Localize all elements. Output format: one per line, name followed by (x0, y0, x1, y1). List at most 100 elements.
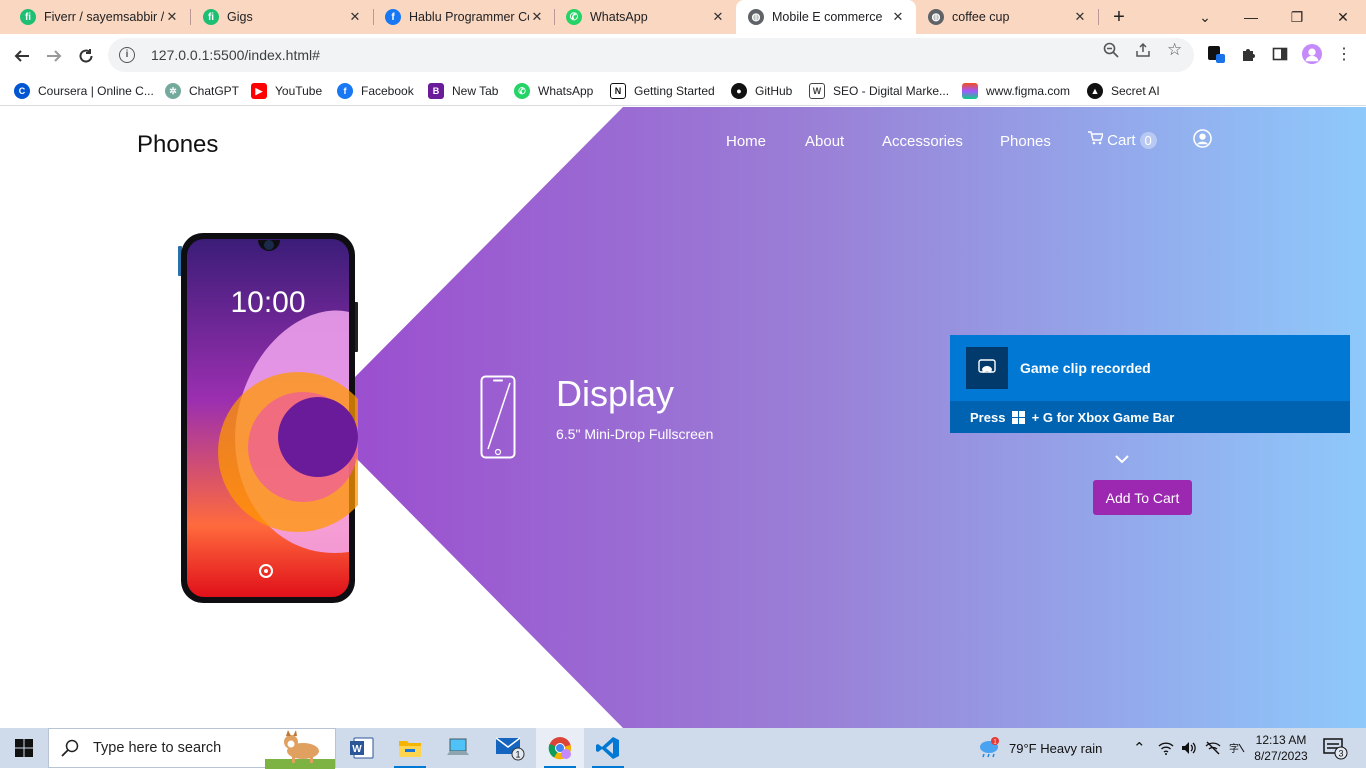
windows-logo-icon (15, 739, 33, 757)
bookmark-getting-started[interactable]: N Getting Started (610, 82, 715, 100)
clock-time: 12:13 AM (1255, 733, 1307, 747)
fiverr-icon: fi (20, 9, 36, 25)
url-text[interactable]: 127.0.0.1:5500/index.html# (151, 47, 320, 63)
close-icon[interactable]: ✕ (710, 9, 726, 25)
user-account-icon[interactable] (1193, 129, 1212, 148)
nav-about[interactable]: About (805, 133, 844, 150)
start-button[interactable] (0, 728, 48, 768)
maximize-icon[interactable]: ❐ (1274, 0, 1320, 34)
tab-gigs[interactable]: fi Gigs ✕ (191, 0, 373, 34)
close-icon[interactable]: ✕ (1072, 9, 1088, 25)
whatsapp-icon: ✆ (514, 83, 530, 99)
feature-subtitle: 6.5" Mini-Drop Fullscreen (556, 426, 714, 442)
bookmark-coursera[interactable]: C Coursera | Online C... (14, 82, 154, 100)
nav-accessories[interactable]: Accessories (882, 133, 963, 150)
tab-mobile-e-commerce[interactable]: ◍ Mobile E commerce ✕ (736, 0, 916, 34)
bookmark-whatsapp[interactable]: ✆ WhatsApp (514, 82, 593, 100)
nav-cart[interactable]: Cart 0 (1088, 131, 1157, 149)
chevron-down-icon[interactable] (1114, 451, 1130, 467)
tab-fiverr[interactable]: fi Fiverr / sayemsabbir / ✕ (8, 0, 190, 34)
bookmark-seo[interactable]: W SEO - Digital Marke... (809, 82, 949, 100)
back-arrow-icon[interactable] (8, 42, 36, 70)
chrome-app-icon[interactable] (536, 728, 584, 768)
cart-count-badge: 0 (1139, 132, 1157, 149)
zoom-icon[interactable] (1103, 42, 1119, 62)
tab-whatsapp[interactable]: ✆ WhatsApp ✕ (554, 0, 736, 34)
vscode-app-icon[interactable] (584, 728, 632, 768)
youtube-icon: ▶ (251, 83, 267, 99)
svg-text:字: 字 (1229, 742, 1239, 755)
tab-title: Gigs (227, 10, 253, 24)
bookmark-youtube[interactable]: ▶ YouTube (251, 82, 322, 100)
close-icon[interactable]: ✕ (347, 9, 363, 25)
bookmark-secret-ai[interactable]: ▲ Secret AI (1087, 82, 1160, 100)
notification-count: 3 (1338, 749, 1343, 759)
close-icon[interactable]: ✕ (529, 9, 545, 25)
volume-icon[interactable] (1181, 728, 1197, 768)
tab-hablu-programmer[interactable]: f Hablu Programmer Co ✕ (373, 0, 555, 34)
wifi-icon[interactable] (1158, 728, 1174, 768)
add-to-cart-button[interactable]: Add To Cart (1093, 480, 1192, 515)
notification-center-icon[interactable]: 3 (1323, 728, 1349, 768)
toast-hint: Press + G for Xbox Game Bar (970, 409, 1175, 425)
network-disconnected-icon[interactable] (1205, 728, 1221, 768)
mail-app-icon[interactable]: 1 (486, 728, 534, 768)
tab-title: coffee cup (952, 10, 1010, 24)
phone-outline-icon (480, 375, 516, 459)
minimize-icon[interactable]: — (1228, 0, 1274, 34)
nav-phones[interactable]: Phones (1000, 133, 1051, 150)
new-tab-icon[interactable]: + (1096, 0, 1142, 34)
bookmark-star-icon[interactable]: ☆ (1167, 40, 1182, 60)
share-icon[interactable] (1135, 42, 1151, 62)
window-close-icon[interactable]: ✕ (1320, 0, 1366, 34)
tab-title: Mobile E commerce (772, 10, 883, 24)
show-hidden-icons-icon[interactable]: ⌃ (1133, 728, 1146, 768)
mail-badge: 1 (515, 750, 520, 760)
phone-screen-time: 10:00 (230, 286, 305, 319)
puzzle-icon[interactable] (1238, 44, 1258, 64)
bookmark-chatgpt[interactable]: ✲ ChatGPT (165, 82, 239, 100)
tab-title: Hablu Programmer Co (409, 10, 529, 24)
tab-title: WhatsApp (590, 10, 648, 24)
close-icon[interactable]: ✕ (164, 9, 180, 25)
laptop-app-icon[interactable] (434, 728, 482, 768)
rain-cloud-icon: 1 (980, 737, 999, 758)
forward-arrow-icon[interactable] (40, 42, 68, 70)
site-brand[interactable]: Phones (137, 131, 218, 159)
nav-home[interactable]: Home (726, 133, 766, 150)
system-clock[interactable]: 12:13 AM 8/27/2023 (1248, 732, 1314, 764)
tab-search-chevron-icon[interactable]: ⌄ (1182, 0, 1228, 34)
windows-taskbar: Type here to search W 1 1 79°F Heavy rai… (0, 728, 1366, 769)
cart-icon (1088, 131, 1104, 145)
close-icon[interactable]: ✕ (890, 9, 906, 25)
secret-ai-icon: ▲ (1087, 83, 1103, 99)
file-explorer-icon[interactable] (386, 728, 434, 768)
search-icon (61, 739, 79, 757)
bookmarks-bar: C Coursera | Online C... ✲ ChatGPT ▶ YouTub… (0, 76, 1366, 106)
cart-label: Cart (1107, 132, 1136, 149)
more-menu-icon[interactable]: ⋮ (1334, 44, 1354, 64)
globe-icon: ◍ (928, 9, 944, 25)
bookmark-figma[interactable]: www.figma.com (962, 82, 1070, 100)
facebook-icon: f (385, 9, 401, 25)
bookmark-github[interactable]: ● GitHub (731, 82, 792, 100)
bookmark-new-tab[interactable]: B New Tab (428, 82, 498, 100)
reload-icon[interactable] (72, 42, 100, 70)
bookmark-facebook[interactable]: f Facebook (337, 82, 414, 100)
language-icon[interactable]: 字 (1229, 728, 1245, 768)
weather-text: 79°F Heavy rain (1009, 740, 1103, 756)
weather-widget[interactable]: 1 79°F Heavy rain (978, 728, 1102, 768)
profile-avatar[interactable] (1302, 44, 1322, 64)
tab-title: Fiverr / sayemsabbir / (44, 10, 164, 24)
newtab-icon: B (428, 83, 444, 99)
extension-icon[interactable] (1206, 44, 1226, 64)
side-panel-icon[interactable] (1270, 44, 1290, 64)
tab-coffee-cup[interactable]: ◍ coffee cup ✕ (916, 0, 1098, 34)
word-app-icon[interactable]: W (338, 728, 386, 768)
svg-text:W: W (352, 744, 362, 755)
address-bar[interactable]: i 127.0.0.1:5500/index.html# (108, 38, 1194, 72)
game-clip-icon (966, 347, 1008, 389)
site-info-icon[interactable]: i (119, 47, 135, 63)
xbox-game-bar-toast[interactable]: Game clip recorded Press + G for Xbox Ga… (950, 335, 1350, 433)
taskbar-search[interactable]: Type here to search (48, 728, 336, 769)
